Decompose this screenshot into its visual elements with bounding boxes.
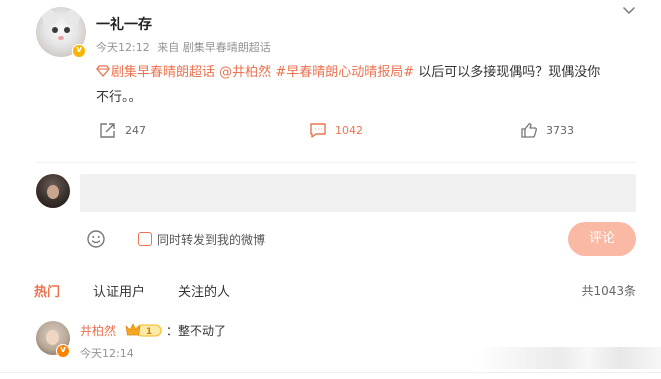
comment-icon bbox=[310, 123, 326, 138]
post-source[interactable]: 来自 剧集早春晴朗超话 bbox=[157, 41, 271, 54]
avatar-ear-right bbox=[63, 7, 83, 27]
avatar-eye-left bbox=[52, 27, 58, 33]
repost-icon bbox=[100, 123, 115, 138]
comment-time: 今天12:14 bbox=[80, 347, 134, 360]
diamond-icon bbox=[96, 65, 110, 77]
verified-badge-icon: v bbox=[56, 344, 70, 358]
post-meta: 今天12:12 来自 剧集早春晴朗超话 bbox=[96, 39, 275, 55]
divider bbox=[36, 162, 636, 163]
repost-checkbox[interactable] bbox=[138, 232, 152, 246]
avatar-face bbox=[47, 185, 59, 199]
avatar-ear-left bbox=[39, 7, 59, 27]
comment-text: ：整不动了 bbox=[166, 324, 227, 338]
verified-badge-icon: v bbox=[72, 44, 86, 58]
post-body-line2: 不行。。 bbox=[96, 90, 142, 105]
emoji-icon[interactable] bbox=[86, 229, 106, 249]
like-count: 3733 bbox=[546, 124, 574, 137]
comment-total: 共1043条 bbox=[581, 284, 636, 298]
tab-hot[interactable]: 热门 bbox=[34, 281, 60, 300]
post-body-line1: 以后可以多接现偶吗？现偶没你 bbox=[418, 65, 601, 80]
super-topic-link[interactable]: 剧集早春晴朗超话 bbox=[96, 65, 215, 80]
thumbs-up-icon bbox=[521, 123, 537, 138]
current-user-avatar[interactable] bbox=[36, 174, 70, 208]
blurred-region bbox=[476, 347, 661, 369]
tab-verified-users[interactable]: 认证用户 bbox=[93, 281, 145, 300]
submit-comment-button[interactable]: 评论 bbox=[568, 222, 636, 256]
repost-count: 247 bbox=[125, 124, 146, 137]
vip-crown-icon[interactable]: 1 bbox=[125, 321, 162, 338]
repost-button[interactable]: 247 bbox=[99, 122, 146, 139]
like-button[interactable]: 3733 bbox=[520, 122, 574, 139]
comment-input[interactable] bbox=[80, 174, 636, 212]
hashtag-link[interactable]: #早春晴朗心动晴报局# bbox=[275, 65, 414, 80]
comment-button[interactable]: 1042 bbox=[309, 122, 363, 139]
author-name[interactable]: 一礼一存 bbox=[96, 14, 152, 34]
super-topic-label: 剧集早春晴朗超话 bbox=[111, 65, 216, 80]
post-text: 剧集早春晴朗超话 @井柏然 #早春晴朗心动晴报局# 以后可以多接现偶吗？现偶没你… bbox=[96, 60, 641, 110]
repost-option-label[interactable]: 同时转发到我的微博 bbox=[157, 231, 265, 248]
post-time[interactable]: 今天12:12 bbox=[96, 41, 150, 54]
vip-level: 1 bbox=[146, 327, 152, 337]
comment-count: 1042 bbox=[335, 124, 363, 137]
avatar-nose bbox=[58, 36, 64, 40]
avatar-eye-right bbox=[64, 27, 70, 33]
mention-link[interactable]: @井柏然 bbox=[219, 65, 271, 80]
avatar-face bbox=[46, 330, 59, 345]
chevron-down-icon[interactable] bbox=[621, 4, 637, 18]
commenter-name[interactable]: 井柏然 bbox=[80, 322, 116, 339]
tab-following[interactable]: 关注的人 bbox=[178, 281, 230, 300]
divider bbox=[0, 372, 661, 373]
